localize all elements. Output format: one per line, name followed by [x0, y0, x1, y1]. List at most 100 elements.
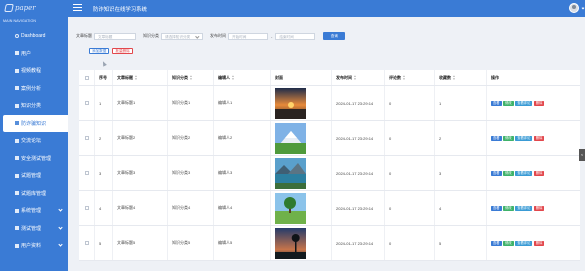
sort-icon[interactable]: ▲ ▼	[354, 75, 357, 80]
index-cell: 4	[95, 191, 113, 225]
sidebar-item-label: 防诈骗知识	[21, 120, 47, 127]
time-cell: 2024-01-17 23:29:14	[332, 191, 385, 225]
sidebar-menu: Dashboard 用户 视频教程 案例分析 知识分类 防诈骗知识 交流论坛 安全测试管理 试题…	[0, 27, 68, 255]
view-comments-button[interactable]: 查看评论	[515, 135, 533, 141]
view-button[interactable]: 查看	[491, 135, 502, 141]
favorites-cell: 2	[435, 121, 487, 155]
ops-cell: 查看 修改 查看评论 删除	[487, 191, 580, 225]
sidebar-item-6[interactable]: 交流论坛	[0, 132, 68, 150]
sidebar-item-7[interactable]: 安全测试管理	[0, 150, 68, 168]
index-cell: 2	[95, 121, 113, 155]
sidebar-item-8[interactable]: 试题管理	[0, 167, 68, 185]
view-button[interactable]: 查看	[491, 170, 502, 176]
sidebar-item-12[interactable]: 用户资料	[0, 237, 68, 255]
cover-image[interactable]	[275, 157, 306, 189]
sort-icon[interactable]: ▲ ▼	[135, 75, 138, 80]
add-data-button[interactable]: 添加数据	[89, 48, 110, 54]
view-comments-button[interactable]: 查看评论	[515, 170, 533, 176]
delete-button[interactable]: 删除	[533, 100, 545, 106]
title-cell: 文章标题1	[113, 86, 168, 120]
side-tab-button[interactable]: <	[579, 149, 585, 161]
sidebar-item-label: 试题库管理	[21, 190, 47, 197]
delete-button[interactable]: 删除	[533, 135, 545, 141]
ops-cell: 查看 修改 查看评论 删除	[487, 226, 580, 260]
sidebar-item-0[interactable]: Dashboard	[0, 27, 68, 45]
sort-icon[interactable]: ▲ ▼	[190, 75, 193, 80]
row-checkbox[interactable]	[84, 206, 89, 210]
delete-button[interactable]: 删除	[533, 205, 545, 211]
avatar[interactable]	[569, 3, 579, 13]
ops-cell: 查看 修改 查看评论 删除	[487, 86, 580, 120]
category-filter-select[interactable]: 请选择知识分类	[161, 32, 203, 40]
edit-button[interactable]: 修改	[503, 100, 514, 106]
time-cell: 2024-01-17 23:29:14	[332, 226, 385, 260]
edit-button[interactable]: 修改	[503, 170, 514, 176]
time-cell: 2024-01-17 23:29:14	[332, 156, 385, 190]
chevron-down-icon[interactable]	[581, 6, 585, 10]
delete-button[interactable]: 删除	[533, 170, 545, 176]
title-filter-input[interactable]: 文章标题	[94, 32, 136, 40]
category-cell: 知识分类3	[168, 156, 214, 190]
view-comments-button[interactable]: 查看评论	[515, 240, 533, 246]
menu-toggle-icon[interactable]	[73, 4, 82, 11]
filter-bar: 文章标题 文章标题 知识分类 请选择知识分类 发布时间 开始时间 - 结束时间 …	[76, 31, 346, 41]
select-all-checkbox[interactable]	[84, 75, 89, 80]
table-header: 序号 文章标题 ▲ ▼ 知识分类 ▲ ▼ 编辑人 ▲ ▼ 封面 发布时间 ▲ ▼ 评论数 ▲ ▼ 收…	[79, 70, 580, 86]
header-editor[interactable]: 编辑人 ▲ ▼	[214, 70, 271, 85]
row-checkbox[interactable]	[84, 136, 89, 140]
favorites-cell: 1	[435, 86, 487, 120]
view-button[interactable]: 查看	[491, 240, 502, 246]
cover-image[interactable]	[275, 227, 306, 259]
sidebar-item-icon	[15, 51, 19, 56]
sidebar-item-11[interactable]: 测试管理	[0, 220, 68, 238]
sidebar-item-5[interactable]: 防诈骗知识	[3, 114, 68, 132]
sidebar-item-9[interactable]: 试题库管理	[0, 185, 68, 203]
chevron-down-icon	[58, 242, 63, 247]
index-cell: 3	[95, 156, 113, 190]
sidebar-item-3[interactable]: 案例分析	[0, 80, 68, 98]
cover-image[interactable]	[275, 192, 306, 224]
sort-icon[interactable]: ▲ ▼	[403, 75, 406, 80]
table-row: 1 文章标题1 知识分类1 编辑人1 2024-01-17 23:29:14 0 1 查看 修改…	[79, 86, 580, 121]
sort-icon[interactable]: ▲ ▼	[232, 75, 235, 80]
sidebar-item-10[interactable]: 系统管理	[0, 202, 68, 220]
view-button[interactable]: 查看	[491, 100, 502, 106]
sidebar-item-1[interactable]: 用户	[0, 45, 68, 63]
row-checkbox[interactable]	[84, 171, 89, 175]
row-checkbox[interactable]	[84, 101, 89, 105]
sidebar-item-icon	[15, 68, 19, 73]
search-button[interactable]: 查询	[323, 32, 346, 40]
select-all-cell	[79, 70, 95, 85]
sidebar-item-icon	[15, 121, 19, 126]
header-favorites[interactable]: 收藏数 ▲ ▼	[435, 70, 487, 85]
start-time-input[interactable]: 开始时间	[228, 32, 268, 40]
title-cell: 文章标题3	[113, 156, 168, 190]
knowledge-table: 序号 文章标题 ▲ ▼ 知识分类 ▲ ▼ 编辑人 ▲ ▼ 封面 发布时间 ▲ ▼ 评论数 ▲ ▼ 收…	[79, 70, 580, 261]
edit-button[interactable]: 修改	[503, 240, 514, 246]
cover-image[interactable]	[275, 87, 306, 119]
sidebar-item-label: 用户	[21, 50, 32, 57]
logo[interactable]: paper	[0, 0, 68, 16]
header-category[interactable]: 知识分类 ▲ ▼	[168, 70, 214, 85]
row-select-cell	[79, 121, 95, 155]
header-comments[interactable]: 评论数 ▲ ▼	[385, 70, 435, 85]
header-time[interactable]: 发布时间 ▲ ▼	[332, 70, 385, 85]
header-title[interactable]: 文章标题 ▲ ▼	[113, 70, 168, 85]
batch-delete-button[interactable]: 批量删除	[112, 48, 133, 54]
view-comments-button[interactable]: 查看评论	[515, 100, 533, 106]
cover-image[interactable]	[275, 122, 306, 154]
sidebar-item-2[interactable]: 视频教程	[0, 62, 68, 80]
edit-button[interactable]: 修改	[503, 135, 514, 141]
view-comments-button[interactable]: 查看评论	[515, 205, 533, 211]
row-checkbox[interactable]	[84, 241, 89, 245]
chevron-down-icon	[58, 207, 63, 212]
row-select-cell	[79, 191, 95, 225]
delete-button[interactable]: 删除	[533, 240, 545, 246]
end-time-input[interactable]: 结束时间	[275, 32, 316, 40]
edit-button[interactable]: 修改	[503, 205, 514, 211]
sort-icon[interactable]: ▲ ▼	[453, 75, 456, 80]
sidebar-item-4[interactable]: 知识分类	[0, 97, 68, 115]
sidebar-item-icon	[15, 173, 19, 178]
sidebar-item-label: 系统管理	[21, 208, 42, 215]
view-button[interactable]: 查看	[491, 205, 502, 211]
